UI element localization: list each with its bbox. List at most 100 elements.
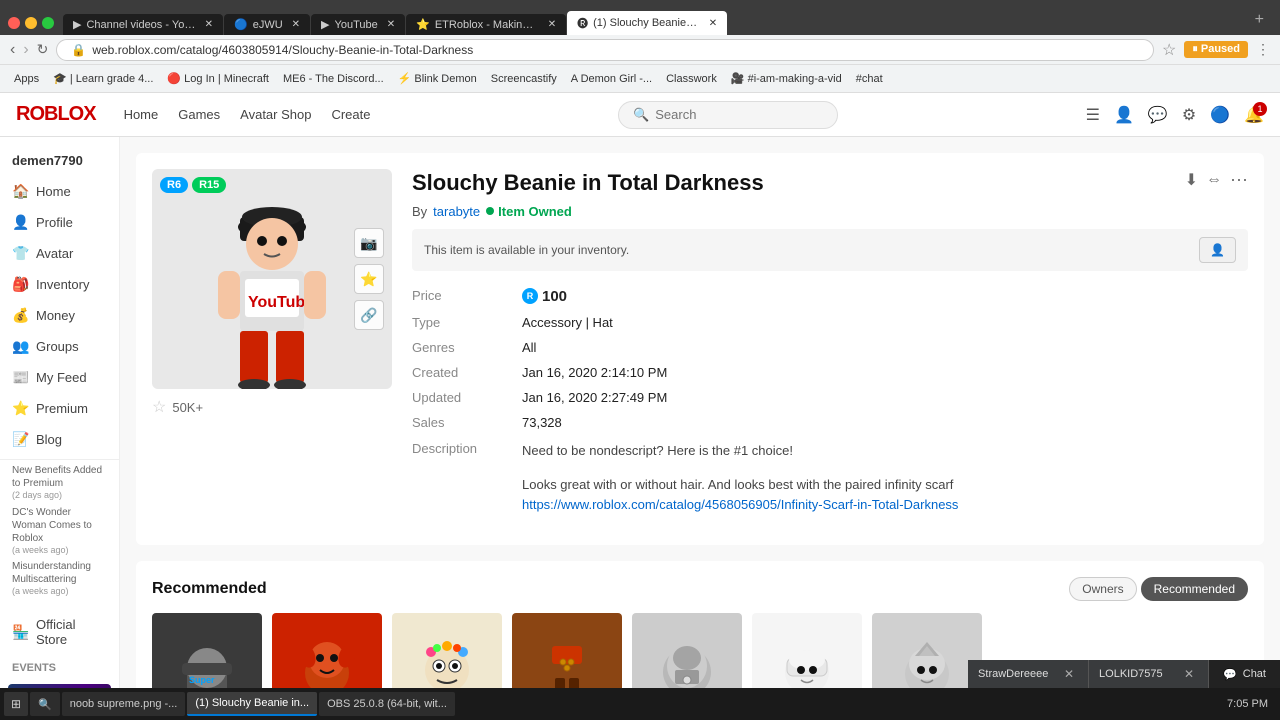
avatar-icon: 👕 (12, 245, 28, 262)
sidebar-item-inventory[interactable]: 🎒 Inventory (0, 269, 119, 300)
start-button[interactable]: ⊞ (4, 692, 28, 716)
nav-chat-button[interactable]: 💬 (1148, 105, 1168, 125)
inventory-icon: 🎒 (12, 276, 28, 293)
browser-tab-tab-3[interactable]: ▶YouTube✕ (311, 14, 405, 35)
news-item-1[interactable]: New Benefits Added to Premium (2 days ag… (12, 464, 107, 502)
download-button[interactable]: ⬇ (1185, 170, 1198, 190)
minimize-window-button[interactable] (25, 17, 37, 29)
more-options-button[interactable]: ··· (1230, 169, 1248, 190)
sidebar: demen7790 🏠 Home 👤 Profile 👕 Avatar 🎒 In… (0, 137, 120, 720)
taskbar-item-3-label: OBS 25.0.8 (64-bit, wit... (327, 698, 447, 710)
sidebar-item-home[interactable]: 🏠 Home (0, 176, 119, 207)
address-text[interactable]: web.roblox.com/catalog/4603805914/Slouch… (92, 43, 1139, 57)
sales-label: Sales (412, 410, 522, 435)
nav-menu-button[interactable]: ☰ (1086, 105, 1100, 125)
search-taskbar-button[interactable]: 🔍 (30, 692, 60, 716)
owners-filter-button[interactable]: Owners (1069, 577, 1136, 601)
reload-button[interactable]: ↻ (37, 41, 49, 58)
bookmark-a-demon-girl--...[interactable]: A Demon Girl -... (565, 71, 658, 87)
bookmark-screencastify[interactable]: Screencastify (485, 71, 563, 87)
chat-label-button[interactable]: 💬 Chat (1208, 660, 1280, 688)
search-input[interactable] (655, 107, 815, 122)
premium-icon: ⭐ (12, 400, 28, 417)
bookmark-⚡-blink-demon[interactable]: ⚡ Blink Demon (392, 70, 483, 87)
description-link[interactable]: https://www.roblox.com/catalog/456805690… (522, 495, 1248, 515)
description-long: Looks great with or without hair. And lo… (522, 475, 1248, 495)
nav-notifications-button[interactable]: 🔔1 (1244, 105, 1264, 125)
sidebar-item-official-store[interactable]: 🏪 Official Store (0, 610, 119, 654)
chat-user-2-close[interactable]: ✕ (1180, 667, 1198, 681)
close-window-button[interactable] (8, 17, 20, 29)
share-button[interactable]: 🔗 (354, 300, 384, 330)
nav-settings-button[interactable]: ⚙ (1182, 105, 1196, 125)
back-button[interactable]: ‹ (10, 41, 15, 59)
taskbar-item-1[interactable]: noob supreme.png -... (62, 692, 186, 716)
extensions-button[interactable]: ⋮ (1256, 41, 1270, 58)
sidebar-item-blog-label: Blog (36, 432, 62, 447)
nav-robux-button[interactable]: 🔵 (1210, 105, 1230, 125)
nav-link-games[interactable]: Games (178, 107, 220, 122)
browser-tab-tab-4[interactable]: ⭐ETRoblox - Making Roblox Bete...✕ (406, 14, 566, 35)
nav-search: 🔍 (391, 101, 1066, 129)
maximize-window-button[interactable] (42, 17, 54, 29)
nav-user-button[interactable]: 👤 (1114, 105, 1134, 125)
recommended-filter-button[interactable]: Recommended (1141, 577, 1248, 601)
bookmark-🔴-log-in-|-minecraft[interactable]: 🔴 Log In | Minecraft (161, 70, 275, 87)
groups-icon: 👥 (12, 338, 28, 355)
sidebar-item-money[interactable]: 💰 Money (0, 300, 119, 331)
chat-user-1-close[interactable]: ✕ (1060, 667, 1078, 681)
taskbar-item-1-label: noob supreme.png -... (70, 698, 178, 710)
news-title-1: New Benefits Added to Premium (12, 465, 102, 489)
browser-tab-tab-2[interactable]: 🔵eJWU✕ (224, 14, 310, 35)
bookmark-#chat[interactable]: #chat (850, 71, 889, 87)
news-item-2[interactable]: DC's Wonder Woman Comes to Roblox (a wee… (12, 506, 107, 557)
taskbar-item-2[interactable]: (1) Slouchy Beanie in... (187, 692, 317, 716)
home-icon: 🏠 (12, 183, 28, 200)
bookmark-🎥-#i-am-making-a-vid[interactable]: 🎥 #i-am-making-a-vid (725, 70, 848, 87)
roblox-nav: ROBLOX HomeGamesAvatar ShopCreate 🔍 ☰ 👤 … (0, 93, 1280, 137)
item-image-box: YouTube R6 R15 (152, 169, 392, 389)
try-on-button[interactable]: 👤 (1199, 237, 1236, 263)
forward-button[interactable]: › (23, 41, 28, 59)
nav-link-home[interactable]: Home (124, 107, 159, 122)
browser-tab-tab-1[interactable]: ▶Channel videos - YouTube Studio✕ (63, 14, 223, 35)
sidebar-news-section: New Benefits Added to Premium (2 days ag… (0, 459, 119, 606)
news-item-3[interactable]: Misunderstanding Multiscattering (a week… (12, 560, 107, 598)
screenshot-button[interactable]: 📷 (354, 228, 384, 258)
browser-tab-tab-5[interactable]: 🅡(1) Slouchy Beanie in Total Dark...✕ (567, 11, 727, 35)
side-action-buttons: 📷 ⭐ 🔗 (354, 228, 384, 330)
sidebar-item-premium[interactable]: ⭐ Premium (0, 393, 119, 424)
bookmark-🎓-|-learn-grade-4...[interactable]: 🎓 | Learn grade 4... (47, 70, 159, 87)
sidebar-item-avatar[interactable]: 👕 Avatar (0, 238, 119, 269)
bookmark-classwork[interactable]: Classwork (660, 71, 723, 87)
sidebar-item-profile[interactable]: 👤 Profile (0, 207, 119, 238)
store-icon: 🏪 (12, 624, 28, 641)
sidebar-item-profile-label: Profile (36, 215, 73, 230)
meta-row-description: Description Need to be nondescript? Here… (412, 435, 1248, 520)
chat-bar: StrawDereeee ✕ LOLKID7575 ✕ 💬 Chat (968, 660, 1280, 688)
chat-user-2[interactable]: LOLKID7575 ✕ (1088, 660, 1208, 688)
browser-chrome: ▶Channel videos - YouTube Studio✕🔵eJWU✕▶… (0, 0, 1280, 35)
taskbar-item-3[interactable]: OBS 25.0.8 (64-bit, wit... (319, 692, 455, 716)
meta-row-updated: Updated Jan 16, 2020 2:27:49 PM (412, 385, 1248, 410)
meta-row-genres: Genres All (412, 335, 1248, 360)
sidebar-item-my-feed[interactable]: 📰 My Feed (0, 362, 119, 393)
new-tab-button[interactable]: + (1247, 11, 1272, 35)
sidebar-item-blog[interactable]: 📝 Blog (0, 424, 119, 455)
bookmark-me6---the-discord...[interactable]: ME6 - The Discord... (277, 71, 390, 87)
nav-link-avatar-shop[interactable]: Avatar Shop (240, 107, 311, 122)
available-text: This item is available in your inventory… (424, 243, 629, 257)
favorite-button[interactable]: ⭐ (354, 264, 384, 294)
bookmark-apps[interactable]: Apps (8, 71, 45, 87)
robux-icon: R (522, 288, 538, 304)
chat-user-1[interactable]: StrawDereeee ✕ (968, 660, 1088, 688)
author-link[interactable]: tarabyte (433, 204, 480, 219)
sidebar-item-premium-label: Premium (36, 401, 88, 416)
sidebar-item-home-label: Home (36, 184, 71, 199)
taskbar: ⊞ 🔍 noob supreme.png -... (1) Slouchy Be… (0, 688, 1280, 720)
genres-value: All (522, 335, 1248, 360)
resize-button[interactable]: ⇔ (1206, 171, 1222, 189)
nav-link-create[interactable]: Create (331, 107, 370, 122)
sidebar-item-groups[interactable]: 👥 Groups (0, 331, 119, 362)
bookmark-star[interactable]: ☆ (1162, 40, 1176, 60)
